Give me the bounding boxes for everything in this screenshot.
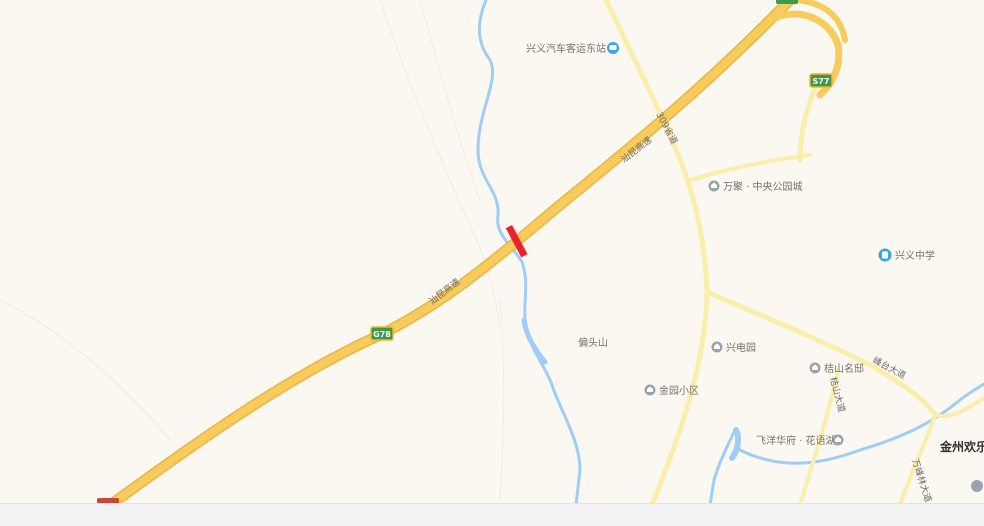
bus-station-icon-glyph [609, 45, 617, 50]
poi-label: 兴电园 [726, 341, 756, 354]
poi-wanju[interactable]: 万聚 · 中央公园城 [708, 180, 803, 193]
poi-label: 金州欢乐 [939, 439, 984, 454]
poi-label: 飞洋华府 · 花语湖 [756, 434, 836, 447]
school-icon-glyph [882, 251, 888, 259]
shield-label: S77 [813, 77, 830, 86]
poi-school[interactable]: 兴义中学 [878, 248, 936, 263]
bottom-bar [0, 503, 984, 526]
poi-label: 金园小区 [659, 384, 699, 397]
poi-label: 万聚 · 中央公园城 [723, 180, 803, 193]
shield-label: G78 [373, 330, 391, 339]
poi-xingdian[interactable]: 兴电园 [711, 341, 757, 354]
poi-marker-icon [971, 480, 983, 492]
poi-label: 偏头山 [578, 336, 608, 349]
poi-label: 兴义汽车客运东站 [526, 42, 606, 55]
poi-bus-station[interactable]: 兴义汽车客运东站 [526, 42, 619, 55]
map-canvas[interactable]: 汕昆高速 汕昆高速 309省道 峰台大道 桔山大道 万峰林大道 G78 S77 … [0, 0, 984, 505]
poi-label: 兴义中学 [895, 249, 935, 262]
highway-shield-s77: S77 [809, 73, 833, 88]
poi-label: 桔山名邸 [824, 362, 864, 375]
poi-feiyang[interactable]: 飞洋华府 · 花语湖 [756, 434, 844, 447]
highway-shield-g78: G78 [370, 326, 394, 341]
highway-shield-top [776, 0, 798, 4]
poi-mountain[interactable]: 偏头山 [578, 336, 608, 349]
